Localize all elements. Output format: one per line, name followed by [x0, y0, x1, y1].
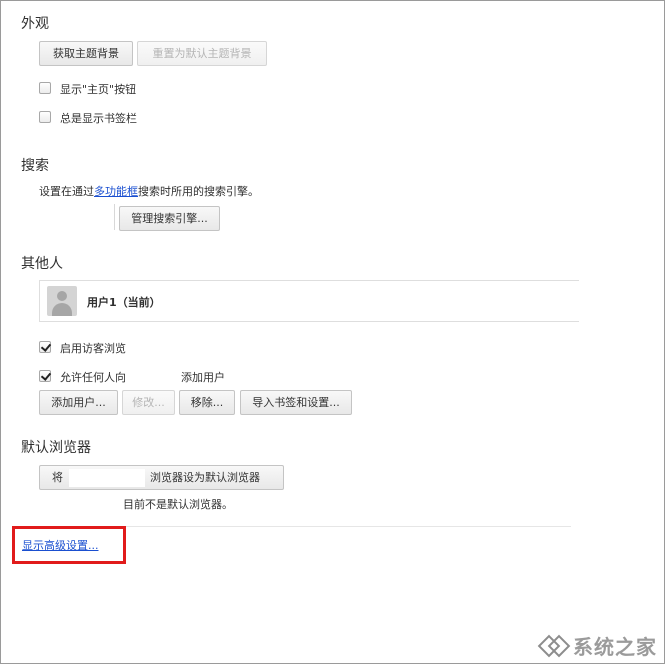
- add-user-button[interactable]: 添加用户...: [39, 390, 118, 415]
- default-browser-status: 目前不是默认浏览器。: [123, 498, 233, 511]
- watermark: 系统之家: [537, 630, 657, 660]
- reset-theme-button[interactable]: 重置为默认主题背景: [137, 41, 267, 66]
- watermark-text: 系统之家: [573, 634, 657, 659]
- manage-search-engines-button[interactable]: 管理搜索引擎...: [119, 206, 220, 231]
- section-title-search: 搜索: [21, 158, 49, 174]
- window-frame: [0, 0, 665, 664]
- make-default-prefix: 将: [52, 471, 63, 484]
- allow-anyone-checkbox[interactable]: [39, 370, 51, 382]
- omnibox-link[interactable]: 多功能框: [94, 185, 138, 198]
- remove-user-button[interactable]: 移除...: [179, 390, 235, 415]
- import-bookmarks-button[interactable]: 导入书签和设置...: [240, 390, 352, 415]
- search-desc-suffix: 搜索时所用的搜索引擎。: [138, 185, 259, 198]
- profile-list[interactable]: 用户1（当前）: [39, 280, 579, 322]
- get-themes-button[interactable]: 获取主题背景: [39, 41, 133, 66]
- guest-browsing-label: 启用访客浏览: [60, 342, 126, 355]
- avatar: [47, 286, 77, 316]
- avatar-body: [52, 303, 72, 316]
- watermark-logo-icon: [537, 634, 571, 658]
- show-bookmarks-bar-label: 总是显示书签栏: [60, 112, 137, 125]
- redacted-browser-name: [68, 469, 145, 487]
- edit-user-button[interactable]: 修改...: [122, 390, 175, 415]
- search-engine-select-edge: [114, 204, 115, 230]
- show-home-button-checkbox[interactable]: [39, 82, 51, 94]
- highlight-box: [12, 526, 126, 564]
- show-home-button-label: 显示"主页"按钮: [60, 83, 137, 96]
- allow-anyone-label: 允许任何人向: [60, 371, 126, 384]
- section-title-appearance: 外观: [21, 16, 49, 32]
- search-description: 设置在通过多功能框搜索时所用的搜索引擎。: [39, 183, 259, 199]
- section-title-people: 其他人: [21, 256, 63, 272]
- add-user-text: 添加用户: [181, 371, 225, 384]
- avatar-head: [57, 291, 67, 301]
- show-bookmarks-bar-checkbox[interactable]: [39, 111, 51, 123]
- guest-browsing-checkbox[interactable]: [39, 341, 51, 353]
- search-desc-prefix: 设置在通过: [39, 185, 94, 198]
- make-default-suffix: 浏览器设为默认浏览器: [150, 471, 260, 484]
- make-default-browser-button[interactable]: 将 浏览器设为默认浏览器: [39, 465, 284, 490]
- section-title-default-browser: 默认浏览器: [21, 440, 91, 456]
- current-profile-name: 用户1（当前）: [87, 296, 161, 309]
